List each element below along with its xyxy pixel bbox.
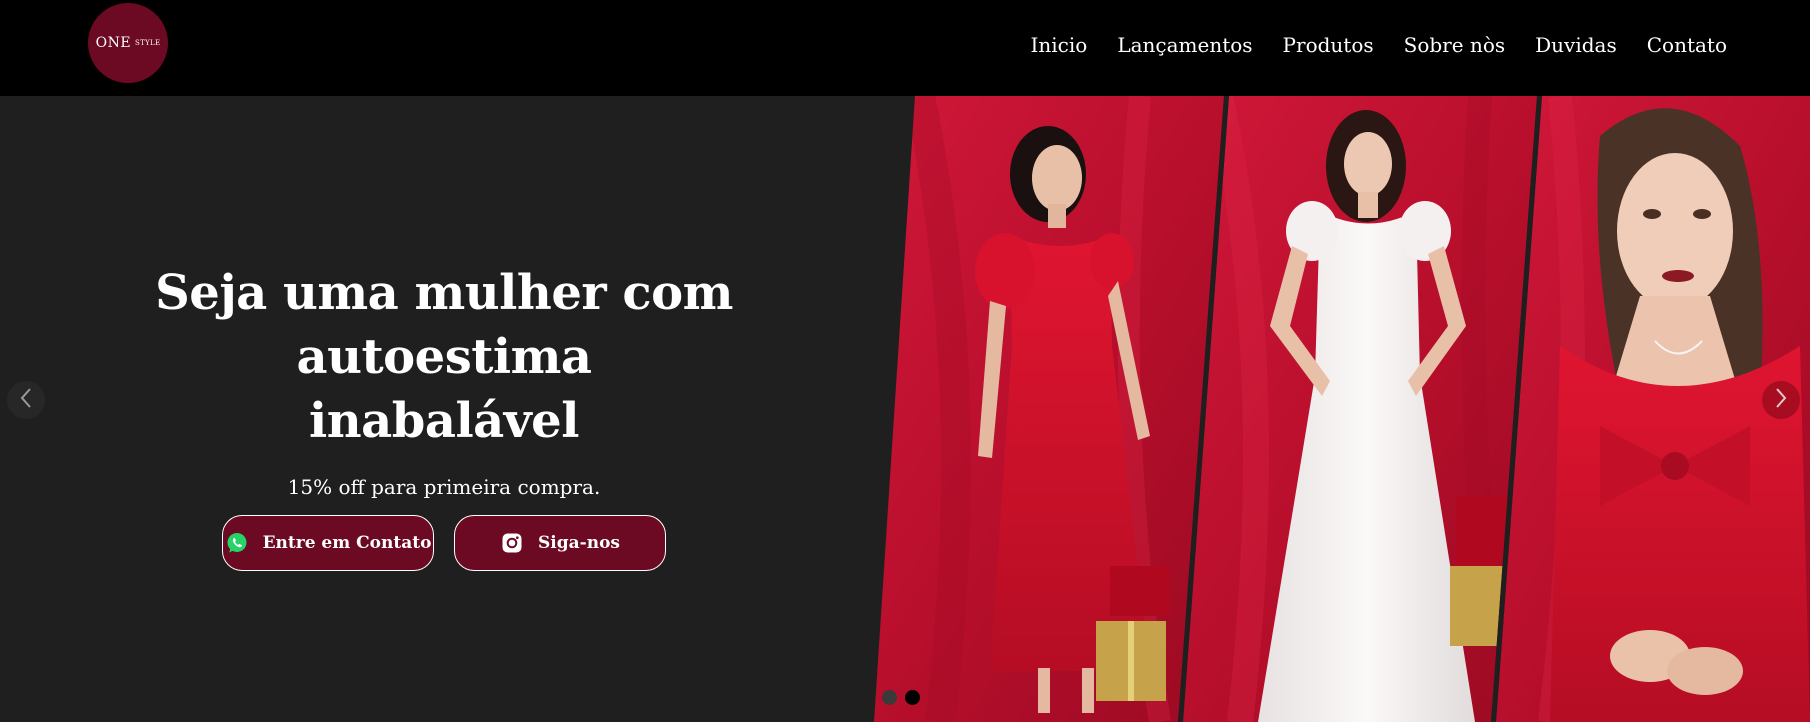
hero-subtitle: 15% off para primeira compra. [287, 475, 601, 499]
red-dress-photo [874, 96, 1224, 722]
prev-slide-button[interactable] [7, 381, 45, 419]
hero-buttons: Entre em Contato Siga-nos [0, 515, 888, 571]
nav-item-sobre-nos[interactable]: Sobre nòs [1404, 33, 1505, 57]
contact-button[interactable]: Entre em Contato [222, 515, 434, 571]
nav-item-lancamentos[interactable]: Lançamentos [1117, 33, 1252, 57]
carousel-indicators [882, 690, 920, 705]
main-nav: Inicio Lançamentos Produtos Sobre nòs Du… [1030, 33, 1727, 57]
follow-button-label: Siga-nos [538, 533, 620, 553]
chevron-left-icon [18, 387, 34, 413]
hero-title: Seja uma mulher com autoestima inabaláve… [0, 261, 888, 453]
hero-title-line-2: inabalável [309, 393, 579, 449]
logo-sub-text: STYLE [135, 39, 161, 47]
red-dress-closeup-photo [1496, 96, 1810, 722]
chevron-right-icon [1773, 387, 1789, 413]
hero-carousel: Seja uma mulher com autoestima inabaláve… [0, 96, 1810, 722]
photo-gallery [860, 96, 1810, 722]
hero-title-line-1: Seja uma mulher com autoestima [155, 265, 733, 385]
site-header: ONE STYLE Inicio Lançamentos Produtos So… [0, 0, 1810, 96]
instagram-icon [500, 531, 524, 555]
contact-button-label: Entre em Contato [262, 533, 432, 553]
brand-logo[interactable]: ONE STYLE [88, 3, 168, 83]
slide-indicator-2[interactable] [905, 690, 920, 705]
next-slide-button[interactable] [1762, 381, 1800, 419]
slide-indicator-1[interactable] [882, 690, 897, 705]
nav-item-produtos[interactable]: Produtos [1283, 33, 1374, 57]
hero-text-block: Seja uma mulher com autoestima inabaláve… [0, 261, 888, 571]
white-dress-photo [1183, 96, 1537, 722]
nav-item-contato[interactable]: Contato [1647, 33, 1727, 57]
follow-button[interactable]: Siga-nos [454, 515, 666, 571]
logo-main-text: ONE [95, 35, 132, 51]
nav-item-duvidas[interactable]: Duvidas [1535, 33, 1617, 57]
whatsapp-icon [225, 531, 249, 555]
nav-item-inicio[interactable]: Inicio [1030, 33, 1087, 57]
